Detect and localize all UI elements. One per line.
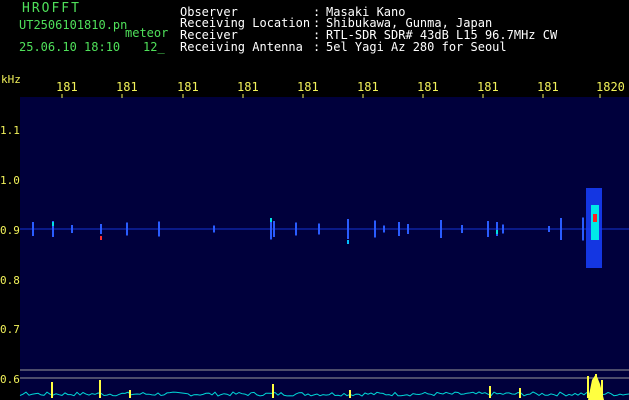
freq-tick-label: 1.1 (0, 124, 20, 137)
strong-meteor-echo-core (591, 205, 599, 240)
meteor-echo-core (52, 222, 54, 226)
file-name: UT2506101810.pn (19, 18, 128, 32)
time-tick-label: 181 (116, 80, 138, 94)
meteor-echo (582, 217, 584, 241)
meteor-echo (487, 221, 489, 237)
meteor-echo (502, 224, 504, 234)
meteor-echo (560, 218, 562, 240)
app-brand: HROFFT (22, 1, 81, 16)
meteor-echo-core (347, 240, 349, 244)
time-tick-label: 181 (417, 80, 439, 94)
time-tick-label: 181 (177, 80, 199, 94)
meteor-echo (295, 222, 297, 236)
meteor-count: 12_ (143, 40, 165, 54)
mode-label: meteor (125, 26, 169, 40)
meteor-echo-core (270, 218, 272, 222)
meteor-echo (398, 222, 400, 236)
meteor-echo (318, 223, 320, 235)
time-tick-label: 1820 (596, 80, 625, 94)
header-colon: : (313, 40, 321, 54)
time-tick-label: 181 (537, 80, 559, 94)
meteor-echo (440, 220, 442, 238)
hrofft-window: HROFFT UT2506101810.pn meteor 25.06.10 1… (0, 0, 629, 400)
freq-tick-label: 1.0 (0, 174, 20, 187)
plot-background (20, 97, 629, 400)
freq-tick-label: 0.8 (0, 274, 20, 287)
header-label: Receiving Antenna (180, 40, 303, 54)
meteor-echo (32, 222, 34, 236)
meteor-echo (158, 221, 160, 237)
meteor-echo (548, 226, 550, 232)
strong-meteor-echo-peak (593, 214, 597, 222)
meteor-echo-core (496, 230, 498, 234)
date-time: 25.06.10 18:10 (19, 40, 121, 54)
meteor-echo (407, 224, 409, 234)
meteor-echo (374, 220, 376, 238)
time-tick-label: 181 (56, 80, 78, 94)
meteor-echo (71, 225, 73, 233)
freq-tick-label: 0.6 (0, 373, 20, 386)
time-tick-label: 181 (357, 80, 379, 94)
freq-tick-label: 0.9 (0, 224, 20, 237)
meteor-echo (273, 221, 275, 237)
meteor-echo (383, 225, 385, 233)
time-tick-label: 181 (477, 80, 499, 94)
axis-unit: kHz (1, 73, 21, 86)
meteor-echo-core (100, 236, 102, 240)
meteor-echo (461, 225, 463, 233)
time-tick-label: 181 (237, 80, 259, 94)
meteor-echo (347, 219, 349, 239)
header-value: 5el Yagi Az 280 for Seoul (326, 40, 507, 54)
spectrogram-plot (19, 94, 629, 400)
freq-tick-label: 0.7 (0, 323, 20, 336)
meteor-echo (100, 224, 102, 234)
meteor-echo (213, 225, 215, 233)
time-tick-label: 181 (297, 80, 319, 94)
meteor-echo (126, 222, 128, 236)
